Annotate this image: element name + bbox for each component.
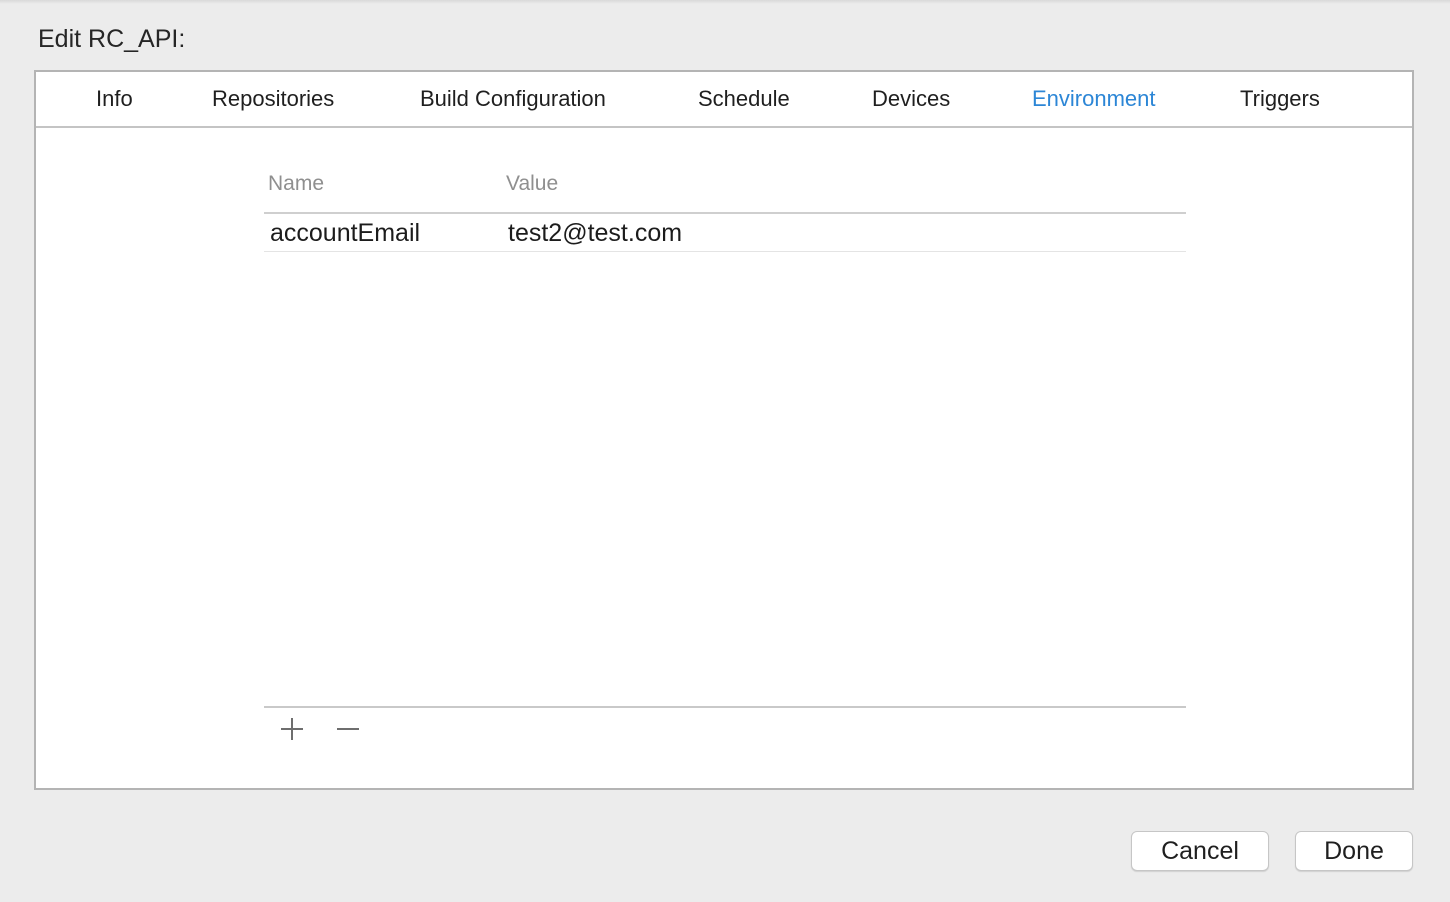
tab-build-configuration[interactable]: Build Configuration <box>420 84 606 114</box>
tab-schedule[interactable]: Schedule <box>698 84 790 114</box>
column-header-name[interactable]: Name <box>268 170 324 198</box>
table-row[interactable]: accountEmail test2@test.com <box>264 214 1186 252</box>
remove-variable-button[interactable] <box>330 714 366 744</box>
env-variable-value[interactable]: test2@test.com <box>508 218 682 248</box>
env-variable-name[interactable]: accountEmail <box>270 218 420 248</box>
done-button[interactable]: Done <box>1295 831 1413 871</box>
tab-environment[interactable]: Environment <box>1032 84 1156 114</box>
tab-repositories[interactable]: Repositories <box>212 84 334 114</box>
column-header-value[interactable]: Value <box>506 170 558 198</box>
add-variable-button[interactable] <box>274 714 310 744</box>
tab-triggers[interactable]: Triggers <box>1240 84 1320 114</box>
tab-devices[interactable]: Devices <box>872 84 950 114</box>
table-footer-divider <box>264 706 1186 708</box>
settings-panel: Info Repositories Build Configuration Sc… <box>34 70 1414 790</box>
minus-icon <box>330 714 366 744</box>
tab-info[interactable]: Info <box>96 84 133 114</box>
cancel-button[interactable]: Cancel <box>1131 831 1269 871</box>
tab-bar: Info Repositories Build Configuration Sc… <box>36 72 1412 128</box>
plus-icon <box>274 714 310 744</box>
dialog-title: Edit RC_API: <box>38 25 186 53</box>
window-top-edge <box>0 0 1450 4</box>
